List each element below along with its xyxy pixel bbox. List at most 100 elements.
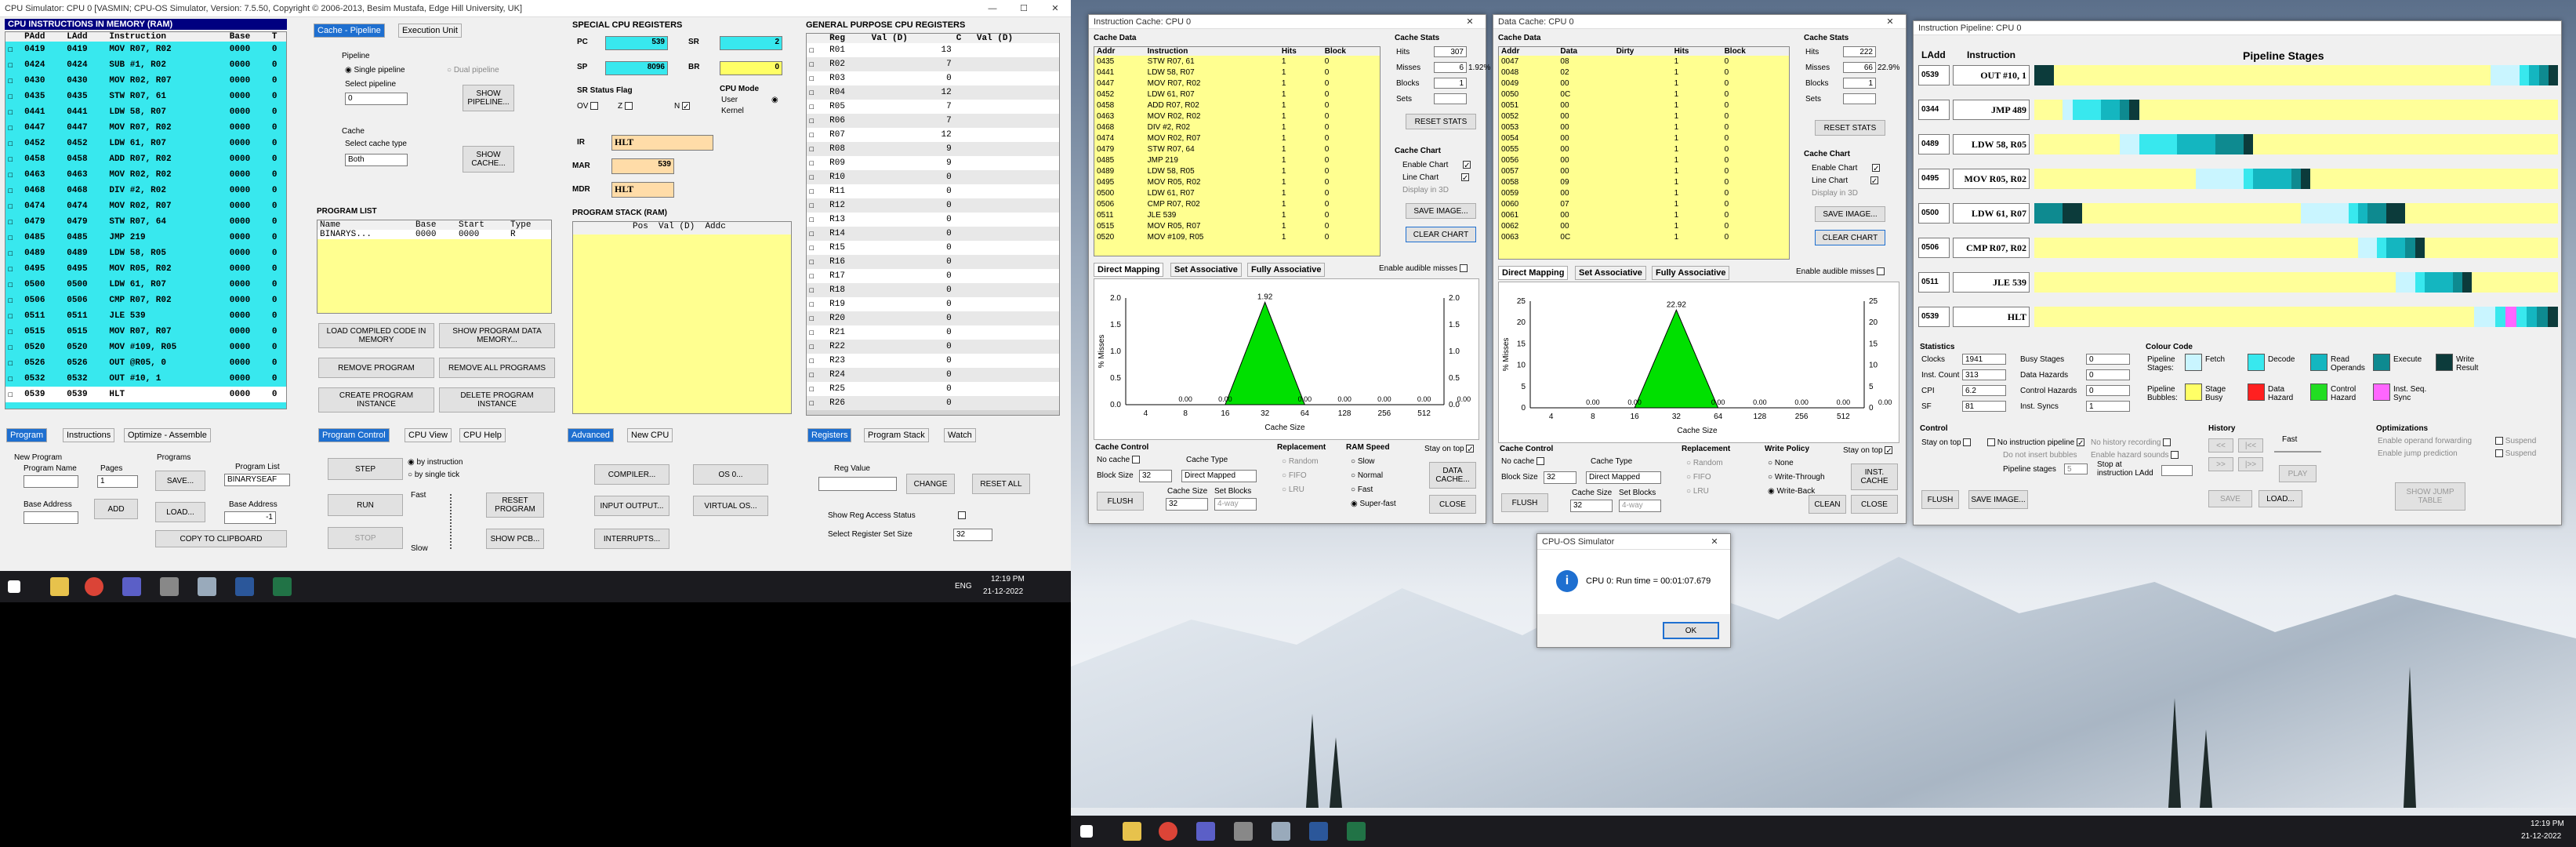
register-row[interactable]: ☐ R18 0 [807, 283, 1059, 297]
history-prev-button[interactable]: |<< [2238, 438, 2263, 453]
cache-row[interactable]: 0055 00 1 0 [1499, 144, 1789, 154]
tab-set-associative[interactable]: Set Associative [1170, 263, 1242, 277]
no-bubbles[interactable]: Do not insert bubbles [2003, 451, 2077, 460]
instruction-row[interactable]: ☐ 0532 0532 OUT #10, 1 0000 0 [5, 371, 286, 387]
reset-all-button[interactable]: RESET ALL [972, 474, 1030, 494]
cache-row[interactable]: 0049 00 1 0 [1499, 78, 1789, 89]
step-button[interactable]: STEP [328, 458, 403, 480]
dcache-no-cache[interactable]: No cache [1501, 457, 1545, 466]
file-explorer-icon[interactable] [1123, 822, 1141, 841]
flag-z[interactable]: Z [618, 102, 633, 111]
cache-row[interactable]: 0485 JMP 219 1 0 [1094, 154, 1380, 165]
cache-row[interactable]: 0053 00 1 0 [1499, 122, 1789, 133]
suspend-2[interactable]: Suspend [2495, 449, 2536, 458]
row-checkbox[interactable]: ☐ [807, 114, 827, 128]
repl-lru[interactable]: ○ LRU [1282, 485, 1304, 494]
row-checkbox[interactable]: ☐ [807, 128, 827, 142]
tab-watch[interactable]: Watch [944, 428, 976, 442]
lang-indicator[interactable]: ENG [955, 582, 972, 591]
chrome-icon[interactable] [85, 577, 103, 596]
row-checkbox[interactable]: ☐ [5, 308, 22, 324]
cache-row[interactable]: 0050 0C 1 0 [1499, 89, 1789, 100]
instruction-row[interactable]: ☐ 0474 0474 MOV R02, R07 0000 0 [5, 198, 286, 214]
dcache-clear-chart-button[interactable]: CLEAR CHART [1815, 230, 1885, 245]
cache-row[interactable]: 0520 MOV #109, R05 1 0 [1094, 231, 1380, 242]
row-checkbox[interactable]: ☐ [807, 340, 827, 354]
program-name-input[interactable] [24, 475, 78, 488]
dcache-save-image-button[interactable]: SAVE IMAGE... [1815, 206, 1885, 222]
cache-row[interactable]: 0059 00 1 0 [1499, 187, 1789, 198]
tab-instructions[interactable]: Instructions [63, 428, 115, 442]
row-checkbox[interactable]: ☐ [807, 85, 827, 100]
icache-no-cache[interactable]: No cache [1097, 456, 1141, 464]
program-list-table[interactable]: Name Base Start Type BINARYS... 0000 0000 R [317, 220, 552, 314]
cache-row[interactable]: 0435 STW R07, 61 1 0 [1094, 56, 1380, 67]
row-checkbox[interactable]: ☐ [5, 57, 22, 73]
cache-row[interactable]: 0063 0C 1 0 [1499, 231, 1789, 242]
pipeline-flush-button[interactable]: FLUSH [1921, 490, 1959, 509]
excel-icon[interactable] [273, 577, 292, 596]
repl-random[interactable]: ○ Random [1282, 457, 1319, 466]
app-icon[interactable] [1234, 822, 1253, 841]
icache-set-blocks[interactable]: 4-way [1214, 498, 1257, 511]
close-icon[interactable]: ✕ [1039, 0, 1071, 16]
start-icon[interactable] [1080, 825, 1093, 838]
tab-direct-mapping[interactable]: Direct Mapping [1094, 263, 1164, 277]
file-explorer-icon[interactable] [50, 577, 69, 596]
cache-row[interactable]: 0441 LDW 58, R07 1 0 [1094, 67, 1380, 78]
program-list-row[interactable]: BINARYS... 0000 0000 R [317, 230, 551, 239]
icache-cache-size[interactable]: 32 [1166, 498, 1208, 511]
cache-row[interactable]: 0511 JLE 539 1 0 [1094, 209, 1380, 220]
row-checkbox[interactable]: ☐ [807, 43, 827, 57]
row-checkbox[interactable]: ☐ [807, 255, 827, 269]
program-stack-table[interactable]: Pos Val (D) Addc [572, 221, 792, 414]
row-checkbox[interactable]: ☐ [807, 227, 827, 241]
instruction-row[interactable]: ☐ 0526 0526 OUT @R05, 0 0000 0 [5, 355, 286, 371]
speed-normal[interactable]: ○ Normal [1351, 471, 1383, 480]
row-checkbox[interactable]: ☐ [5, 42, 22, 57]
tab-program-stack[interactable]: Program Stack [864, 428, 929, 442]
cache-row[interactable]: 0051 00 1 0 [1499, 100, 1789, 111]
show-pcb-button[interactable]: SHOW PCB... [486, 529, 544, 549]
instruction-row[interactable]: ☐ 0506 0506 CMP R07, R02 0000 0 [5, 293, 286, 308]
pages-select[interactable]: 1 [97, 475, 138, 488]
copy-clipboard-button[interactable]: COPY TO CLIPBOARD [155, 530, 287, 547]
row-checkbox[interactable]: ☐ [5, 230, 22, 245]
pipeline-stay-on-top[interactable]: Stay on top [1921, 438, 1972, 447]
register-row[interactable]: ☐ R23 0 [807, 354, 1059, 368]
dcache-stay-on-top[interactable]: Stay on top ✓ [1843, 446, 1893, 456]
close-icon[interactable]: ✕ [1699, 534, 1730, 549]
icache-enable-chart[interactable]: Enable Chart ✓ [1402, 161, 1471, 170]
show-reg-access-checkbox[interactable] [958, 511, 966, 520]
cache-row[interactable]: 0489 LDW 58, R05 1 0 [1094, 165, 1380, 176]
instruction-row[interactable]: ☐ 0515 0515 MOV R07, R07 0000 0 [5, 324, 286, 340]
register-row[interactable]: ☐ R17 0 [807, 269, 1059, 283]
tab-advanced[interactable]: Advanced [568, 428, 614, 442]
row-checkbox[interactable]: ☐ [807, 142, 827, 156]
instruction-row[interactable]: ☐ 0539 0539 HLT 0000 0 [5, 387, 286, 402]
register-row[interactable]: ☐ R22 0 [807, 340, 1059, 354]
register-row[interactable]: ☐ R04 12 [807, 85, 1059, 100]
create-instance-button[interactable]: CREATE PROGRAM INSTANCE [318, 387, 434, 413]
dcache-data-table[interactable]: Addr Data Dirty Hits Block 0047 08 1 0 0048 02 1 0 0… [1498, 46, 1790, 260]
row-checkbox[interactable]: ☐ [5, 120, 22, 136]
row-checkbox[interactable]: ☐ [5, 198, 22, 214]
cache-row[interactable]: 0057 00 1 0 [1499, 165, 1789, 176]
data-cache-button[interactable]: DATA CACHE... [1429, 462, 1476, 489]
program-list-select[interactable]: BINARYSEAF [224, 474, 290, 486]
row-checkbox[interactable]: ☐ [807, 283, 827, 297]
row-checkbox[interactable]: ☐ [807, 170, 827, 184]
enable-hazard-sounds[interactable]: Enable hazard sounds [2091, 451, 2179, 460]
flag-ov[interactable]: OV [577, 102, 599, 111]
base-address-input[interactable] [24, 511, 78, 524]
row-checkbox[interactable]: ☐ [807, 241, 827, 255]
row-checkbox[interactable]: ☐ [807, 311, 827, 325]
change-button[interactable]: CHANGE [906, 474, 955, 494]
row-checkbox[interactable]: ☐ [5, 277, 22, 293]
instructions-table[interactable]: PAdd LAdd Instruction Base T ☐ 0419 0419 MOV R0… [5, 31, 287, 409]
register-row[interactable]: ☐ R12 0 [807, 198, 1059, 213]
cache-row[interactable]: 0054 00 1 0 [1499, 133, 1789, 144]
speed-super-fast[interactable]: ◉ Super-fast [1351, 500, 1396, 508]
dcache-tab-set-associative[interactable]: Set Associative [1575, 266, 1646, 280]
opt-operand-forwarding[interactable]: Enable operand forwarding [2378, 437, 2472, 445]
